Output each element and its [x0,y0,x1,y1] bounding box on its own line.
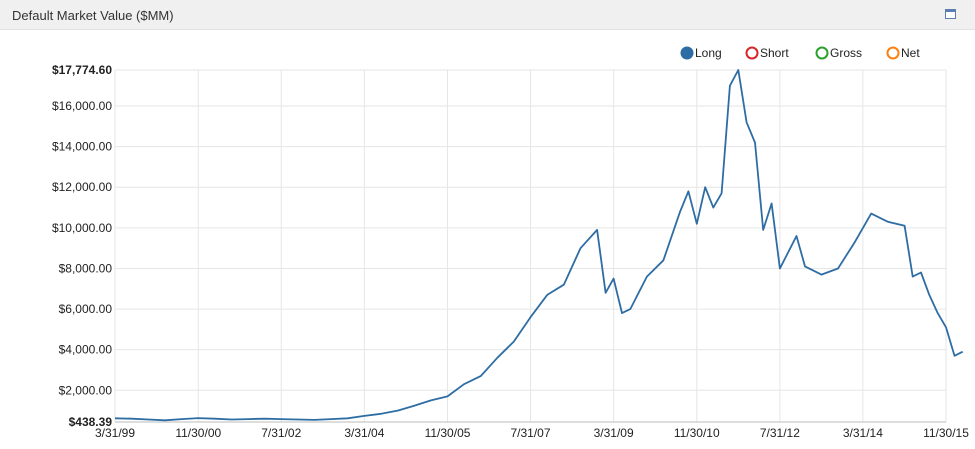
legend-item-long[interactable]: Long [680,46,722,60]
legend-label: Long [695,46,722,60]
legend-label: Gross [830,46,862,60]
y-tick-label: $6,000.00 [59,302,113,316]
x-tick-label: 7/31/12 [760,426,800,440]
market-value-chart: $438.39$2,000.00$4,000.00$6,000.00$8,000… [52,46,969,440]
x-tick-label: 7/31/07 [510,426,550,440]
legend-item-net[interactable]: Net [886,46,921,60]
x-tick-label: 11/30/15 [923,426,969,440]
panel-header: Default Market Value ($MM) [0,0,975,30]
y-tick-label: $10,000.00 [52,221,112,235]
y-tick-label: $17,774.60 [52,63,112,77]
x-tick-label: 7/31/02 [261,426,301,440]
legend-marker-icon [745,46,759,60]
legend-item-gross[interactable]: Gross [815,46,863,60]
y-tick-label: $12,000.00 [52,180,112,194]
panel-title: Default Market Value ($MM) [12,8,174,23]
y-tick-label: $14,000.00 [52,140,112,154]
y-tick-label: $2,000.00 [59,383,113,397]
x-tick-label: 11/30/05 [425,426,471,440]
y-tick-label: $4,000.00 [59,343,113,357]
legend-item-short[interactable]: Short [745,46,790,60]
y-tick-label: $16,000.00 [52,99,112,113]
legend-marker-icon [680,46,694,60]
x-tick-label: 3/31/14 [843,426,883,440]
legend-marker-icon [886,46,900,60]
maximize-icon[interactable] [945,9,956,19]
x-tick-label: 3/31/99 [95,426,135,440]
legend-marker-icon [815,46,829,60]
legend-label: Short [760,46,789,60]
x-tick-label: 3/31/04 [344,426,384,440]
legend-label: Net [901,46,920,60]
y-tick-label: $8,000.00 [59,261,113,275]
series-line-long [114,69,964,422]
x-tick-label: 3/31/09 [594,426,634,440]
x-tick-label: 11/30/00 [175,426,221,440]
x-tick-label: 11/30/10 [674,426,720,440]
